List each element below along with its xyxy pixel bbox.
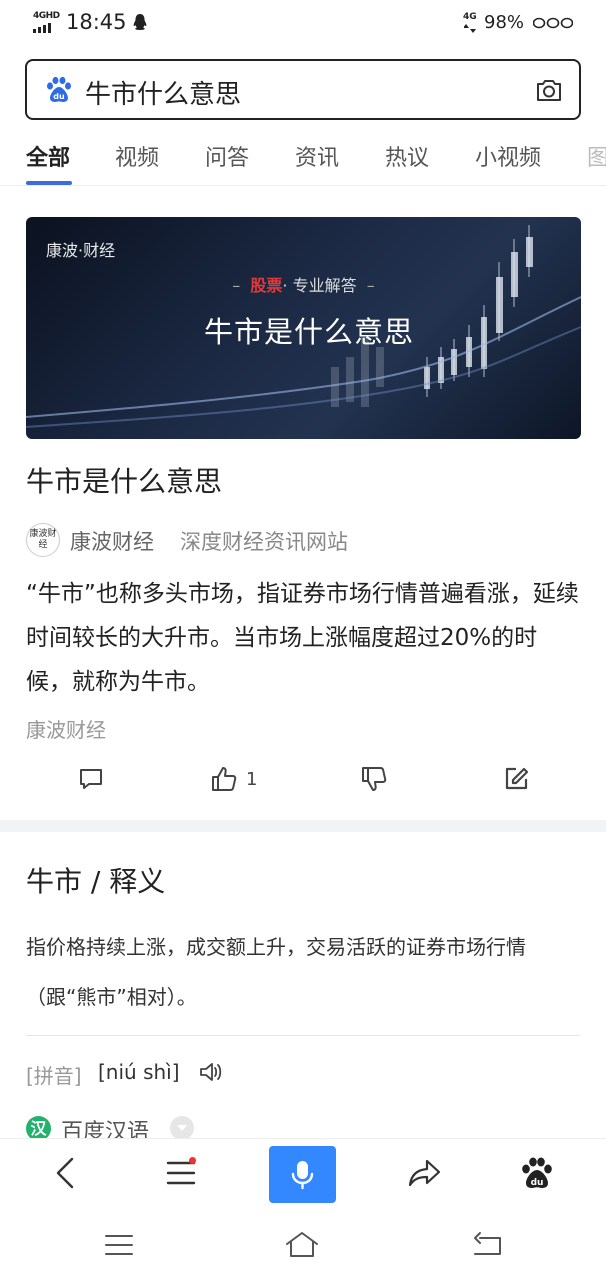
search-tabs: 全部 视频 问答 资讯 热议 小视频 图 bbox=[0, 136, 606, 186]
like-count: 1 bbox=[246, 768, 258, 790]
divider bbox=[26, 1035, 580, 1036]
result-banner-image[interactable]: 康波·财经 – 股票· 专业解答 – 牛市是什么意思 bbox=[26, 217, 581, 439]
notification-dot bbox=[189, 1157, 196, 1164]
search-box[interactable]: du 牛市什么意思 bbox=[25, 59, 581, 120]
speaker-icon[interactable] bbox=[198, 1060, 224, 1084]
result-snippet[interactable]: “牛市”也称多头市场，指证券市场行情普遍看涨，延续时间较长的大升市。当市场上涨幅… bbox=[26, 572, 580, 704]
expand-button[interactable] bbox=[170, 1116, 194, 1140]
comment-icon bbox=[80, 769, 102, 789]
chevron-down-icon bbox=[177, 1125, 187, 1131]
thumbs-up-icon bbox=[212, 767, 237, 791]
source-avatar[interactable]: 康波财经 bbox=[26, 523, 60, 557]
mobile-data-icon: 4G bbox=[462, 12, 480, 34]
tab-news[interactable]: 资讯 bbox=[295, 140, 339, 172]
comment-button[interactable] bbox=[77, 764, 105, 794]
qq-notification-icon bbox=[133, 14, 147, 30]
network-type: 4GHD bbox=[33, 11, 60, 21]
svg-text:du: du bbox=[53, 92, 65, 101]
more-status-icon bbox=[533, 17, 573, 29]
voice-search-button[interactable] bbox=[269, 1146, 336, 1203]
section-divider bbox=[0, 820, 606, 832]
pinyin-value: [niú shì] bbox=[98, 1060, 180, 1084]
svg-text:du: du bbox=[531, 1178, 544, 1188]
signal-icon: 4GHD bbox=[33, 11, 60, 35]
baidu-home-icon[interactable]: du bbox=[517, 1153, 557, 1193]
banner-title: 牛市是什么意思 bbox=[203, 315, 414, 349]
tab-video[interactable]: 视频 bbox=[115, 140, 159, 172]
clock: 18:45 bbox=[66, 10, 127, 34]
baidu-paw-icon: du bbox=[47, 76, 71, 102]
tab-discussion[interactable]: 热议 bbox=[385, 140, 429, 172]
dictionary-definition: 指价格持续上涨，成交额上升，交易活跃的证券市场行情（跟“熊市”相对）。 bbox=[26, 935, 526, 1009]
camera-icon[interactable] bbox=[535, 77, 563, 103]
banner-brand: 康波·财经 bbox=[46, 241, 116, 260]
tab-images[interactable]: 图 bbox=[587, 140, 606, 172]
like-button[interactable]: 1 bbox=[210, 764, 257, 794]
system-nav-bar bbox=[0, 1212, 606, 1280]
share-icon[interactable] bbox=[405, 1153, 445, 1193]
dislike-button[interactable] bbox=[360, 764, 388, 794]
pinyin-label: [拼音] bbox=[26, 1064, 82, 1088]
banner-subtitle: – 股票· 专业解答 – bbox=[232, 276, 375, 295]
bottom-toolbar: du bbox=[0, 1138, 606, 1212]
tab-all[interactable]: 全部 bbox=[26, 140, 70, 172]
home-icon[interactable] bbox=[285, 1230, 319, 1260]
thumbs-down-icon bbox=[362, 767, 387, 791]
tab-qa[interactable]: 问答 bbox=[205, 140, 249, 172]
source-description: 深度财经资讯网站 bbox=[180, 530, 348, 554]
status-bar: 4GHD 18:45 4G 98% bbox=[0, 0, 606, 48]
back-nav-icon[interactable] bbox=[470, 1230, 504, 1260]
back-icon[interactable] bbox=[46, 1153, 86, 1193]
dictionary-title[interactable]: 牛市 / 释义 bbox=[26, 860, 165, 900]
recent-apps-icon[interactable] bbox=[102, 1230, 136, 1260]
battery-level: 98% bbox=[484, 12, 525, 33]
edit-button[interactable] bbox=[502, 764, 530, 794]
tab-short-video[interactable]: 小视频 bbox=[475, 140, 541, 172]
result-title[interactable]: 牛市是什么意思 bbox=[26, 460, 222, 500]
source-name[interactable]: 康波财经 bbox=[70, 526, 154, 556]
search-input[interactable]: 牛市什么意思 bbox=[85, 74, 241, 111]
snippet-source: 康波财经 bbox=[26, 718, 106, 742]
active-tab-indicator bbox=[26, 181, 72, 185]
microphone-icon bbox=[291, 1161, 314, 1190]
edit-icon bbox=[505, 767, 529, 790]
